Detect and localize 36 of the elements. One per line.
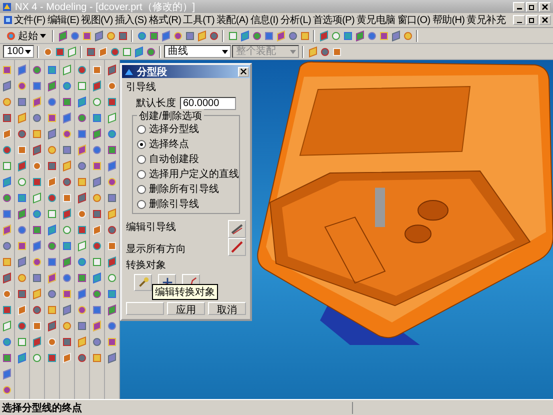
- option-label[interactable]: 删除所有引导线: [149, 182, 219, 196]
- window-title: NX 4 - Modeling - [dcover.prt（修改的）]: [15, 0, 196, 14]
- edit-label: 编辑引导线: [126, 220, 177, 234]
- menu-item[interactable]: 帮助(H): [431, 13, 466, 27]
- menu-item[interactable]: 信息(I): [249, 13, 280, 27]
- length-field[interactable]: 60.0000: [180, 96, 236, 110]
- menu-item[interactable]: 文件(F): [13, 13, 46, 27]
- menu-item[interactable]: 分析(L): [279, 13, 312, 27]
- option-label[interactable]: 选择分型线: [149, 122, 199, 136]
- option-label[interactable]: 选择用户定义的直线: [149, 167, 239, 181]
- menu-item[interactable]: 工具(T): [182, 13, 216, 27]
- show-label: 显示所有方向: [126, 242, 186, 256]
- menu-item[interactable]: 窗口(O): [396, 13, 432, 27]
- apply-button[interactable]: 应用: [167, 302, 205, 315]
- option-label[interactable]: 自动创建段: [149, 152, 199, 166]
- tooltip: 编辑转换对象: [152, 284, 218, 300]
- menu-item[interactable]: 黄兄电脑: [356, 13, 396, 27]
- menu-item[interactable]: 格式(R): [148, 13, 182, 27]
- menu-item[interactable]: 黄兄补充: [466, 13, 507, 27]
- menu-item[interactable]: 插入(S): [114, 13, 148, 27]
- menu-item[interactable]: 装配(A): [215, 13, 250, 27]
- zoom-dropdown[interactable]: 100: [3, 45, 34, 58]
- cancel-button[interactable]: 取消: [208, 302, 246, 315]
- field-label: 默认长度: [136, 96, 176, 110]
- convert-label: 转换对象: [126, 258, 167, 272]
- group-title: 创建/删除选项: [137, 109, 204, 123]
- menu-item[interactable]: 视图(V): [80, 13, 114, 27]
- option-label[interactable]: 选择终点: [149, 137, 189, 151]
- start-button[interactable]: 起始: [3, 29, 49, 42]
- section-label: 引导线: [126, 80, 157, 94]
- curve-filter-dropdown[interactable]: 曲线: [164, 45, 231, 58]
- status-prompt: 选择分型线的终点: [1, 402, 82, 414]
- option-label[interactable]: 删除引导线: [149, 197, 199, 211]
- dialog-title: 分型段: [137, 66, 167, 78]
- menu-item[interactable]: 编辑(E): [46, 13, 80, 27]
- menu-item[interactable]: 首选项(P): [312, 13, 356, 27]
